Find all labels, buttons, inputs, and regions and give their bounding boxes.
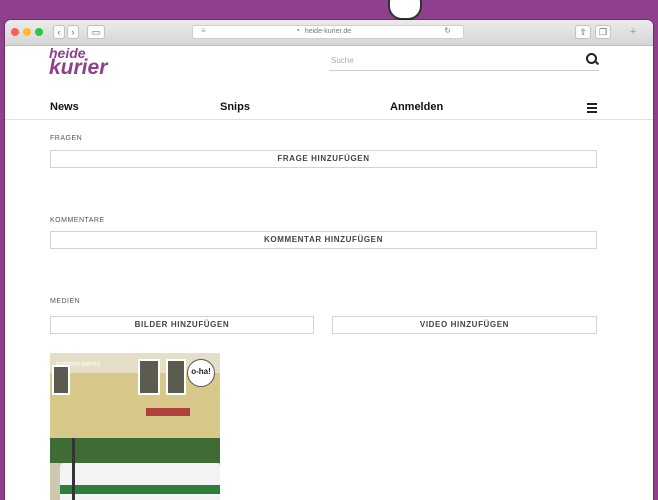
page-content: heide kurier News Snips Anmelden FRAGEN … xyxy=(5,45,653,500)
share-icon: ⇧ xyxy=(579,27,587,37)
photo-window xyxy=(52,365,70,395)
nav-news[interactable]: News xyxy=(50,101,79,113)
thumbnail-caption: kommentieren xyxy=(56,361,101,368)
photo-window xyxy=(166,359,186,395)
chevron-left-icon: ‹ xyxy=(57,27,61,37)
hamburger-menu-icon[interactable] xyxy=(587,103,597,115)
add-video-button[interactable]: VIDEO HINZUFÜGEN xyxy=(332,316,597,334)
search-input[interactable] xyxy=(329,51,571,70)
photo-car-stripe xyxy=(60,485,220,494)
browser-toolbar: ‹ › ▭ ≡ ▪ heide-kurier.de ↻ ⇧ ❐ + xyxy=(5,20,653,46)
forward-button[interactable]: › xyxy=(67,25,79,39)
section-label-questions: FRAGEN xyxy=(50,135,83,142)
photo-shop-sign xyxy=(146,408,190,416)
photo-window xyxy=(138,359,160,395)
close-window-button[interactable] xyxy=(11,28,19,36)
photo-hedge xyxy=(50,438,220,463)
address-bar[interactable]: ≡ ▪ heide-kurier.de ↻ xyxy=(192,25,464,39)
back-button[interactable]: ‹ xyxy=(53,25,65,39)
tabs-icon: ❐ xyxy=(598,27,608,37)
browser-window: ‹ › ▭ ≡ ▪ heide-kurier.de ↻ ⇧ ❐ + heide … xyxy=(5,20,653,500)
sidebar-icon: ▭ xyxy=(91,27,101,37)
section-label-comments: KOMMENTARE xyxy=(50,217,105,224)
chevron-right-icon: › xyxy=(71,27,75,37)
add-comment-button[interactable]: KOMMENTAR HINZUFÜGEN xyxy=(50,231,597,249)
header-divider xyxy=(5,119,653,120)
oha-badge: o-ha! xyxy=(187,359,215,387)
reload-icon[interactable]: ↻ xyxy=(444,26,451,35)
nav-snips[interactable]: Snips xyxy=(220,101,250,113)
address-url: heide-kurier.de xyxy=(304,28,352,35)
new-tab-button[interactable]: + xyxy=(630,26,636,38)
minimize-window-button[interactable] xyxy=(23,28,31,36)
logo-line-2: kurier xyxy=(49,56,108,79)
section-label-media: MEDIEN xyxy=(50,298,81,305)
share-button[interactable]: ⇧ xyxy=(575,25,591,39)
add-images-button[interactable]: BILDER HINZUFÜGEN xyxy=(50,316,314,334)
sidebar-button[interactable]: ▭ xyxy=(87,25,105,39)
media-thumbnail[interactable]: kommentieren o-ha! xyxy=(50,353,220,500)
photo-police-car xyxy=(60,463,220,500)
add-question-button[interactable]: FRAGE HINZUFÜGEN xyxy=(50,150,597,168)
search-icon[interactable] xyxy=(586,53,597,64)
tabs-button[interactable]: ❐ xyxy=(595,25,611,39)
search-box xyxy=(329,50,599,71)
mascot-graphic xyxy=(388,0,422,20)
zoom-window-button[interactable] xyxy=(35,28,43,36)
site-logo[interactable]: heide kurier xyxy=(49,46,107,78)
photo-pole xyxy=(72,438,75,500)
nav-login[interactable]: Anmelden xyxy=(390,101,443,113)
